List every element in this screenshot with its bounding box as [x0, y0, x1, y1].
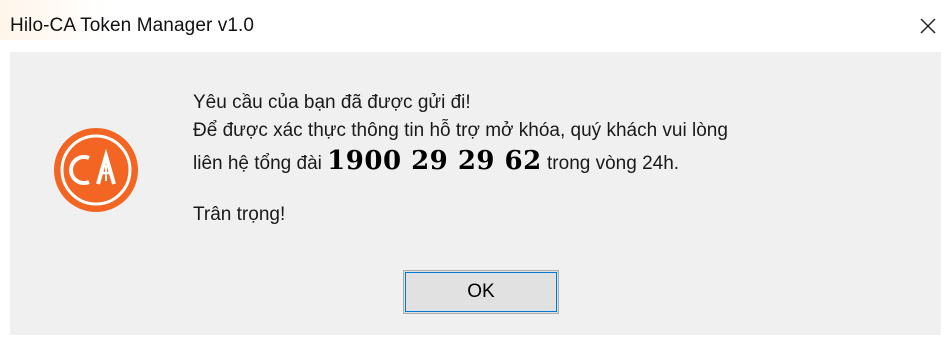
message-line-3-prefix: liên hệ tổng đài: [193, 153, 322, 174]
close-button[interactable]: [905, 2, 951, 50]
ok-button-label: OK: [467, 281, 495, 302]
title-bar[interactable]: Hilo-CA Token Manager v1.0: [0, 0, 951, 52]
ca-logo-icon: [54, 128, 138, 212]
ok-button[interactable]: OK: [403, 270, 559, 314]
message-line-3: liên hệ tổng đài 1900 29 29 62 trong vòn…: [193, 147, 923, 178]
message-line-3-suffix: trong vòng 24h.: [547, 153, 680, 174]
dialog-client-area: Yêu cầu của bạn đã được gửi đi! Để được …: [10, 52, 941, 335]
close-icon: [920, 18, 936, 34]
dialog-window: Hilo-CA Token Manager v1.0 Yêu cầu của b…: [0, 0, 951, 337]
message-line-2: Để được xác thực thông tin hỗ trợ mở khó…: [193, 120, 728, 141]
message-line-1: Yêu cầu của bạn đã được gửi đi!: [193, 92, 471, 113]
window-title: Hilo-CA Token Manager v1.0: [10, 15, 255, 36]
message-body: Yêu cầu của bạn đã được gửi đi! Để được …: [193, 89, 923, 178]
closing-text: Trân trọng!: [193, 204, 286, 225]
hotline-number: 1900 29 29 62: [327, 146, 542, 176]
